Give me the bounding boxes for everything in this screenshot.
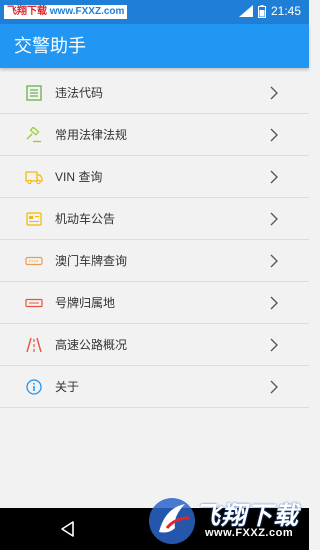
signal-icon — [238, 5, 253, 17]
plate-region-icon — [25, 298, 43, 308]
brand-url: www.FXXZ.com — [205, 527, 294, 539]
menu-item-label: VIN 查询 — [55, 170, 103, 184]
menu-item-macau-plate[interactable]: 澳门车牌查询 — [0, 240, 309, 282]
chevron-right-icon — [270, 254, 278, 268]
watermark-brand: 飞翔下载 — [7, 6, 47, 17]
chevron-right-icon — [270, 380, 278, 394]
truck-icon — [25, 171, 43, 185]
battery-icon — [257, 4, 266, 18]
menu-item-label: 机动车公告 — [55, 212, 116, 226]
menu-item-violation-codes[interactable]: 违法代码 — [0, 72, 309, 114]
app-bar: 交警助手 — [0, 24, 309, 68]
document-list-icon — [26, 85, 42, 101]
app-title: 交警助手 — [14, 36, 86, 56]
menu-item-about[interactable]: 关于 — [0, 366, 309, 408]
menu-list: 违法代码 常用法律法规 VIN 查询 机动车公告 澳门车牌查询 号牌归属地 高速… — [0, 72, 309, 408]
watermark-label: 飞翔下载 www.FXXZ.com — [4, 5, 128, 19]
chevron-right-icon — [270, 170, 278, 184]
chevron-right-icon — [270, 86, 278, 100]
menu-item-laws[interactable]: 常用法律法规 — [0, 114, 309, 156]
menu-item-highway[interactable]: 高速公路概况 — [0, 324, 309, 366]
menu-item-label: 关于 — [55, 380, 80, 394]
menu-item-label: 常用法律法规 — [55, 128, 128, 142]
status-time: 21:45 — [270, 4, 301, 18]
menu-item-label: 澳门车牌查询 — [55, 254, 128, 268]
chevron-right-icon — [270, 212, 278, 226]
license-plate-icon — [25, 256, 43, 266]
notice-card-icon — [26, 212, 42, 226]
highway-icon — [26, 337, 42, 353]
status-bar: 飞翔下载 www.FXXZ.com 21:45 — [0, 0, 309, 24]
watermark-url: www.FXXZ.com — [49, 6, 125, 17]
menu-item-label: 高速公路概况 — [55, 338, 128, 352]
chevron-right-icon — [270, 128, 278, 142]
gavel-icon — [26, 127, 41, 143]
menu-item-label: 号牌归属地 — [55, 296, 116, 310]
menu-item-plate-region[interactable]: 号牌归属地 — [0, 282, 309, 324]
menu-item-vehicle-notice[interactable]: 机动车公告 — [0, 198, 309, 240]
menu-item-label: 违法代码 — [55, 86, 104, 100]
chevron-right-icon — [270, 296, 278, 310]
status-icons: 21:45 — [238, 4, 301, 18]
menu-item-vin-query[interactable]: VIN 查询 — [0, 156, 309, 198]
chevron-right-icon — [270, 338, 278, 352]
info-icon — [26, 379, 42, 395]
back-icon[interactable] — [58, 519, 78, 539]
